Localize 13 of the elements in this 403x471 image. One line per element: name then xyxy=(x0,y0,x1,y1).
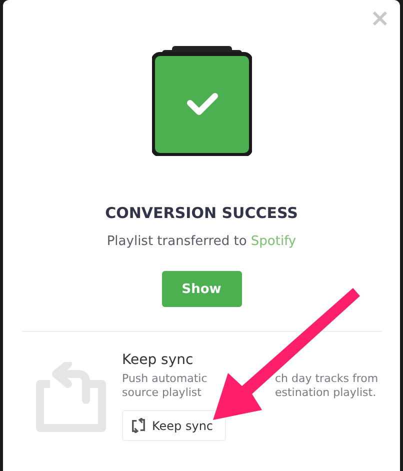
clipboard-check-icon xyxy=(152,46,252,156)
share-arrow-icon xyxy=(36,362,108,434)
description-text: estination playlist. xyxy=(275,386,378,400)
description-text: source playlist xyxy=(122,386,202,400)
show-button[interactable]: Show xyxy=(162,271,242,307)
close-button[interactable]: × xyxy=(370,6,390,30)
status-message: Playlist transferred to Spotify xyxy=(106,234,296,249)
description-text: Push automatic xyxy=(122,372,208,386)
keep-sync-button[interactable]: Keep sync xyxy=(122,410,226,441)
sync-icon xyxy=(131,418,146,433)
keep-sync-title: Keep sync xyxy=(122,352,194,368)
status-title: CONVERSION SUCCESS xyxy=(105,204,298,222)
description-text: ch day tracks from xyxy=(275,372,378,386)
